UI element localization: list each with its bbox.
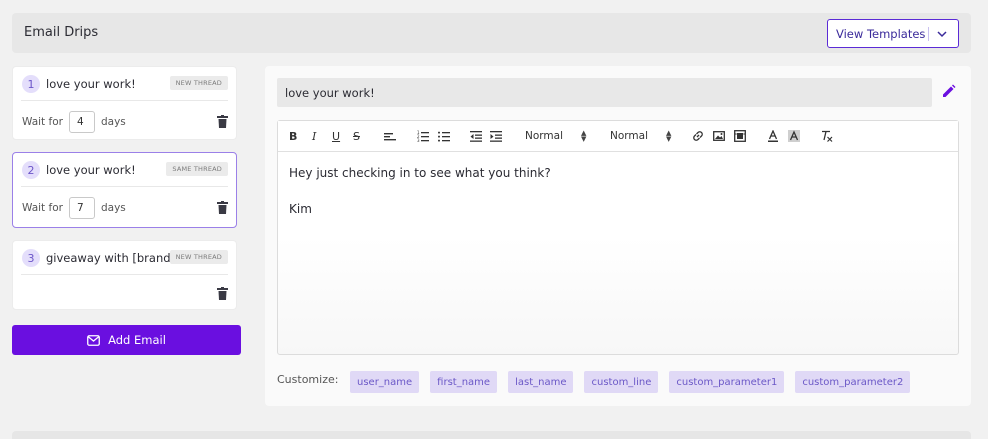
heading-select-value: Normal bbox=[525, 130, 563, 142]
wait-unit: days bbox=[100, 202, 126, 214]
email-body[interactable]: Hey just checking in to see what you thi… bbox=[289, 164, 551, 218]
envelope-icon bbox=[87, 334, 100, 346]
text-color-icon[interactable] bbox=[767, 129, 779, 143]
bottom-panel-edge bbox=[12, 431, 971, 439]
button-separator bbox=[928, 27, 929, 41]
wait-days-input[interactable]: 4 bbox=[68, 111, 95, 133]
drip-number: 3 bbox=[22, 249, 40, 267]
image-icon[interactable] bbox=[713, 129, 725, 143]
variable-chip-custom-parameter1[interactable]: custom_parameter1 bbox=[669, 371, 785, 393]
drip-card-2[interactable]: 2 love your work! SAME THREAD Wait for 7… bbox=[12, 152, 237, 228]
drip-subject: love your work! bbox=[46, 77, 136, 91]
subject-input[interactable] bbox=[277, 78, 932, 107]
drip-card-1[interactable]: 1 love your work! NEW THREAD Wait for 4 … bbox=[12, 66, 237, 140]
variable-chip-custom-line[interactable]: custom_line bbox=[584, 371, 659, 393]
trash-icon[interactable] bbox=[217, 115, 228, 128]
bold-button[interactable]: B bbox=[289, 129, 297, 143]
wait-label: Wait for bbox=[22, 202, 63, 214]
background-color-icon[interactable] bbox=[788, 129, 800, 143]
view-templates-button[interactable]: View Templates bbox=[827, 19, 959, 48]
variable-chip-user-name[interactable]: user_name bbox=[350, 371, 420, 393]
wait-row: Wait for 4 days bbox=[22, 111, 126, 133]
wait-unit: days bbox=[100, 116, 126, 128]
drip-number: 1 bbox=[22, 75, 40, 93]
card-divider bbox=[21, 100, 228, 101]
wait-row: Wait for 7 days bbox=[22, 197, 126, 219]
font-size-select[interactable]: Normal ▲ ▼ bbox=[610, 129, 672, 143]
variable-chip-first-name[interactable]: first_name bbox=[430, 371, 498, 393]
variable-chip-custom-parameter2[interactable]: custom_parameter2 bbox=[795, 371, 911, 393]
view-templates-label: View Templates bbox=[836, 26, 926, 41]
header-bar: Email Drips View Templates bbox=[12, 13, 971, 53]
customize-chips: user_name first_name last_name custom_li… bbox=[350, 371, 911, 393]
bullet-list-icon[interactable] bbox=[438, 129, 450, 143]
body-line: Kim bbox=[289, 202, 312, 216]
drip-subject: love your work! bbox=[46, 163, 136, 177]
drip-number: 2 bbox=[22, 161, 40, 179]
thread-badge: SAME THREAD bbox=[166, 162, 228, 176]
ordered-list-icon[interactable]: 123 bbox=[417, 129, 429, 143]
thread-badge: NEW THREAD bbox=[169, 250, 228, 264]
select-arrows-icon: ▲ ▼ bbox=[581, 129, 587, 143]
select-arrows-icon: ▲ ▼ bbox=[666, 129, 672, 143]
video-icon[interactable] bbox=[734, 129, 746, 143]
email-editor-panel: B I U S 123 Normal ▲▼ bbox=[265, 66, 971, 406]
chevron-down-icon[interactable] bbox=[936, 28, 948, 40]
link-icon[interactable] bbox=[692, 129, 704, 143]
svg-text:3: 3 bbox=[417, 138, 420, 142]
heading-select[interactable]: Normal ▲ ▼ bbox=[525, 129, 587, 143]
rich-text-editor[interactable]: B I U S 123 Normal ▲ ▼ Normal ▲ ▼ Hey ju… bbox=[277, 120, 959, 355]
font-size-select-value: Normal bbox=[610, 130, 648, 142]
variable-chip-last-name[interactable]: last_name bbox=[508, 371, 574, 393]
page-title: Email Drips bbox=[24, 25, 99, 40]
card-divider bbox=[21, 274, 228, 275]
drip-subject: giveaway with [brand] bbox=[46, 251, 176, 265]
italic-button[interactable]: I bbox=[312, 129, 316, 143]
wait-days-input[interactable]: 7 bbox=[68, 197, 95, 219]
align-left-icon[interactable] bbox=[384, 129, 396, 143]
drip-card-3[interactable]: 3 giveaway with [brand] NEW THREAD bbox=[12, 240, 237, 310]
strikethrough-button[interactable]: S bbox=[353, 129, 360, 143]
body-line: Hey just checking in to see what you thi… bbox=[289, 166, 551, 180]
outdent-icon[interactable] bbox=[470, 129, 482, 143]
body-line bbox=[289, 182, 551, 200]
trash-icon[interactable] bbox=[217, 201, 228, 214]
trash-icon[interactable] bbox=[217, 287, 228, 300]
add-email-button[interactable]: Add Email bbox=[12, 325, 241, 355]
card-divider bbox=[21, 186, 228, 187]
indent-icon[interactable] bbox=[490, 129, 502, 143]
underline-button[interactable]: U bbox=[332, 129, 340, 143]
wait-label: Wait for bbox=[22, 116, 63, 128]
customize-label: Customize: bbox=[277, 373, 339, 386]
pencil-icon[interactable] bbox=[941, 84, 956, 99]
thread-badge: NEW THREAD bbox=[169, 76, 228, 90]
clear-format-icon[interactable] bbox=[821, 129, 833, 143]
add-email-label: Add Email bbox=[108, 333, 166, 347]
editor-toolbar: B I U S 123 Normal ▲ ▼ Normal ▲ ▼ bbox=[278, 121, 958, 152]
